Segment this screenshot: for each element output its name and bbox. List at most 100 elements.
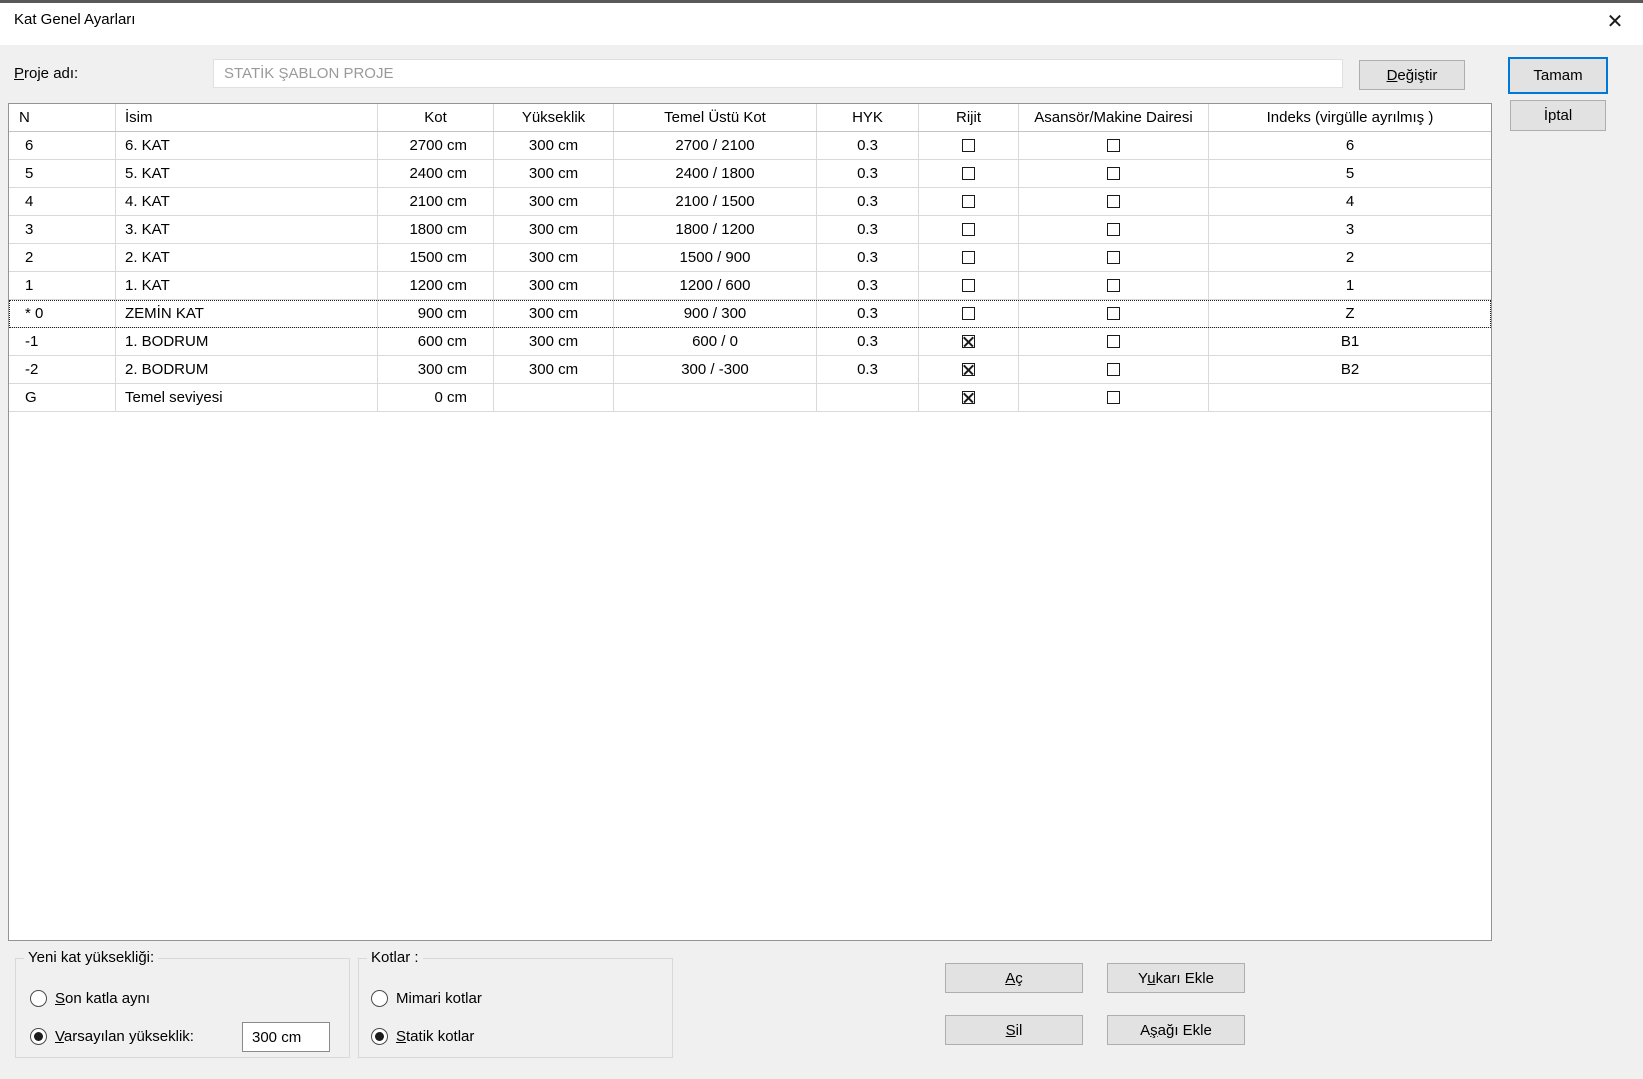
cell-kot[interactable]: 1200 cm [378,272,494,299]
cell-temel-ustu-kot[interactable]: 2700 / 2100 [614,132,817,159]
cell-indeks[interactable]: 6 [1209,132,1491,159]
default-height-input[interactable] [242,1022,330,1052]
cell-isim[interactable]: 2. BODRUM [116,356,378,383]
cell-temel-ustu-kot[interactable]: 900 / 300 [614,300,817,327]
table-row[interactable]: * 0 ZEMİN KAT 900 cm 300 cm 900 / 300 0.… [9,300,1491,328]
cell-temel-ustu-kot[interactable]: 600 / 0 [614,328,817,355]
cell-isim[interactable]: 2. KAT [116,244,378,271]
cell-yukseklik[interactable]: 300 cm [494,132,614,159]
project-name-field[interactable]: STATİK ŞABLON PROJE [213,59,1343,88]
radio-circle-selected[interactable] [371,1028,388,1045]
cell-kot[interactable]: 0 cm [378,384,494,411]
cell-temel-ustu-kot[interactable] [614,384,817,411]
rijit-checkbox[interactable] [962,223,975,236]
table-row[interactable]: G Temel seviyesi 0 cm [9,384,1491,412]
asansor-makine-checkbox[interactable] [1107,223,1120,236]
cell-n[interactable]: * 0 [9,300,116,327]
cell-n[interactable]: -2 [9,356,116,383]
radio-circle[interactable] [371,990,388,1007]
radio-mimari-kotlar[interactable]: Mimari kotlar [371,990,482,1007]
cell-kot[interactable]: 2100 cm [378,188,494,215]
cell-hyk[interactable]: 0.3 [817,328,919,355]
cell-yukseklik[interactable]: 300 cm [494,356,614,383]
cell-indeks[interactable]: Z [1209,300,1491,327]
change-button[interactable]: Değiştir [1359,60,1465,90]
cell-n[interactable]: 5 [9,160,116,187]
table-row[interactable]: 1 1. KAT 1200 cm 300 cm 1200 / 600 0.3 1 [9,272,1491,300]
cell-isim[interactable]: 6. KAT [116,132,378,159]
asansor-makine-checkbox[interactable] [1107,335,1120,348]
cell-isim[interactable]: 4. KAT [116,188,378,215]
cell-isim[interactable]: 5. KAT [116,160,378,187]
cell-kot[interactable]: 900 cm [378,300,494,327]
cell-hyk[interactable]: 0.3 [817,244,919,271]
cell-temel-ustu-kot[interactable]: 1200 / 600 [614,272,817,299]
add-below-button[interactable]: Aşağı Ekle [1107,1015,1245,1045]
asansor-makine-checkbox[interactable] [1107,363,1120,376]
asansor-makine-checkbox[interactable] [1107,251,1120,264]
close-icon[interactable]: ✕ [1597,4,1633,38]
delete-button[interactable]: Sil [945,1015,1083,1045]
cell-temel-ustu-kot[interactable]: 2400 / 1800 [614,160,817,187]
cell-yukseklik[interactable]: 300 cm [494,300,614,327]
cell-n[interactable]: 1 [9,272,116,299]
cell-indeks[interactable]: 3 [1209,216,1491,243]
cell-n[interactable]: 6 [9,132,116,159]
cell-hyk[interactable]: 0.3 [817,300,919,327]
cell-kot[interactable]: 2400 cm [378,160,494,187]
cell-yukseklik[interactable]: 300 cm [494,160,614,187]
ok-button[interactable]: Tamam [1508,57,1608,94]
cell-yukseklik[interactable] [494,384,614,411]
cell-hyk[interactable]: 0.3 [817,356,919,383]
cell-hyk[interactable]: 0.3 [817,160,919,187]
open-button[interactable]: Aç [945,963,1083,993]
table-row[interactable]: 2 2. KAT 1500 cm 300 cm 1500 / 900 0.3 2 [9,244,1491,272]
rijit-checkbox[interactable] [962,391,975,404]
rijit-checkbox[interactable] [962,167,975,180]
cell-temel-ustu-kot[interactable]: 1500 / 900 [614,244,817,271]
rijit-checkbox[interactable] [962,195,975,208]
cell-indeks[interactable]: 5 [1209,160,1491,187]
table-row[interactable]: 3 3. KAT 1800 cm 300 cm 1800 / 1200 0.3 … [9,216,1491,244]
cell-isim[interactable]: 1. KAT [116,272,378,299]
table-row[interactable]: -2 2. BODRUM 300 cm 300 cm 300 / -300 0.… [9,356,1491,384]
cell-indeks[interactable] [1209,384,1491,411]
cell-indeks[interactable]: B2 [1209,356,1491,383]
asansor-makine-checkbox[interactable] [1107,167,1120,180]
cancel-button[interactable]: İptal [1510,100,1606,131]
asansor-makine-checkbox[interactable] [1107,307,1120,320]
cell-yukseklik[interactable]: 300 cm [494,244,614,271]
cell-n[interactable]: G [9,384,116,411]
cell-isim[interactable]: ZEMİN KAT [116,300,378,327]
cell-isim[interactable]: 1. BODRUM [116,328,378,355]
cell-hyk[interactable]: 0.3 [817,188,919,215]
add-above-button[interactable]: Yukarı Ekle [1107,963,1245,993]
cell-isim[interactable]: 3. KAT [116,216,378,243]
asansor-makine-checkbox[interactable] [1107,279,1120,292]
cell-hyk[interactable]: 0.3 [817,132,919,159]
cell-kot[interactable]: 600 cm [378,328,494,355]
rijit-checkbox[interactable] [962,307,975,320]
asansor-makine-checkbox[interactable] [1107,391,1120,404]
cell-hyk[interactable]: 0.3 [817,216,919,243]
radio-same-as-last-floor[interactable]: Son katla aynı [30,990,150,1007]
cell-temel-ustu-kot[interactable]: 2100 / 1500 [614,188,817,215]
radio-statik-kotlar[interactable]: Statik kotlar [371,1028,474,1045]
table-row[interactable]: -1 1. BODRUM 600 cm 300 cm 600 / 0 0.3 B… [9,328,1491,356]
asansor-makine-checkbox[interactable] [1107,139,1120,152]
cell-indeks[interactable]: 2 [1209,244,1491,271]
cell-temel-ustu-kot[interactable]: 1800 / 1200 [614,216,817,243]
radio-circle[interactable] [30,990,47,1007]
cell-hyk[interactable]: 0.3 [817,272,919,299]
cell-n[interactable]: 3 [9,216,116,243]
rijit-checkbox[interactable] [962,335,975,348]
rijit-checkbox[interactable] [962,251,975,264]
cell-isim[interactable]: Temel seviyesi [116,384,378,411]
cell-kot[interactable]: 2700 cm [378,132,494,159]
table-row[interactable]: 6 6. KAT 2700 cm 300 cm 2700 / 2100 0.3 … [9,132,1491,160]
cell-indeks[interactable]: 4 [1209,188,1491,215]
cell-yukseklik[interactable]: 300 cm [494,188,614,215]
table-row[interactable]: 4 4. KAT 2100 cm 300 cm 2100 / 1500 0.3 … [9,188,1491,216]
cell-kot[interactable]: 1800 cm [378,216,494,243]
cell-yukseklik[interactable]: 300 cm [494,328,614,355]
